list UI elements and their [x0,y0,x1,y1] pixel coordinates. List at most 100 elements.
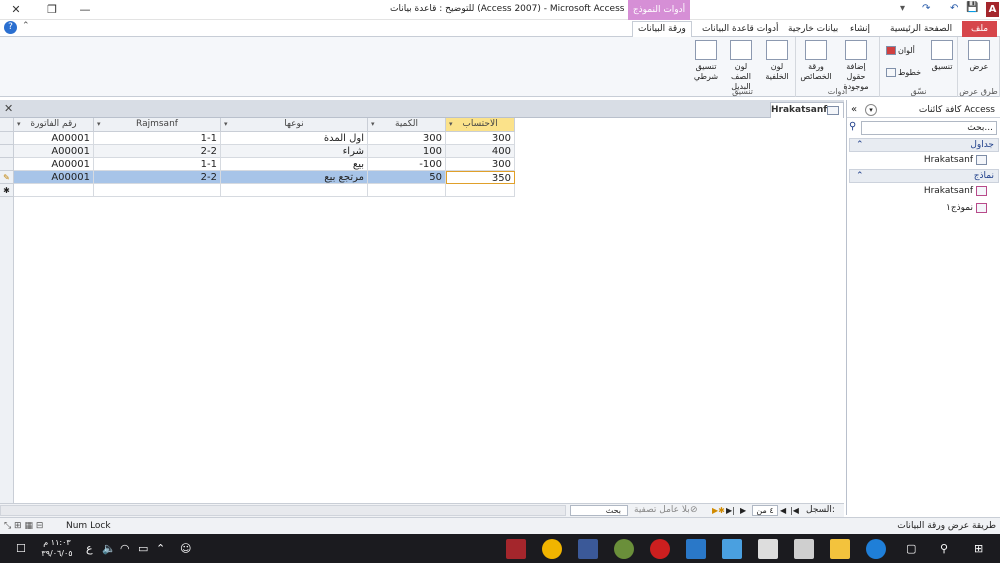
restore-window-button[interactable]: ❐ [44,2,60,18]
table-cell[interactable]: 100 [368,145,446,158]
qat-customize-icon[interactable]: ▾ [900,3,905,14]
undo-icon[interactable]: ↶ [950,3,958,14]
chrome-taskbar-icon[interactable] [542,539,562,559]
people-icon[interactable]: ☺ [180,542,191,555]
help-icon[interactable]: ? [4,21,17,34]
table-cell[interactable]: اول المدة [221,132,368,145]
edit-row-icon[interactable]: ✎ [0,171,14,184]
table-cell[interactable]: -100 [368,158,446,171]
nav-menu-icon[interactable]: ▾ [865,104,877,116]
fonts-button[interactable]: خطوط [884,67,921,79]
select-all-corner[interactable] [0,118,14,132]
collapse-icon[interactable]: ⌃ [856,139,864,151]
dropdown-arrow-icon[interactable]: ▾ [17,118,21,131]
nav-section-forms[interactable]: ⌃ نماذج [849,169,999,183]
wifi-icon[interactable]: ◠ [120,542,130,555]
table-cell[interactable]: A00001 [14,145,94,158]
active-cell[interactable]: 350 [446,171,515,184]
datasheet-view-status-icon[interactable]: ⤡ ⊞ ▦ ⊟ [4,518,43,534]
collapse-icon[interactable]: ⌃ [856,170,864,182]
row-selector[interactable] [0,132,14,145]
table-cell[interactable]: 1-1 [94,158,221,171]
new-record-icon[interactable]: ✱ [0,184,14,197]
tab-home[interactable]: الصفحة الرئيسية [885,22,957,36]
edge-taskbar-icon[interactable] [866,539,886,559]
column-header-quantity[interactable]: ▾ الكمية [368,118,446,132]
facebook-taskbar-icon[interactable] [578,539,598,559]
tab-datasheet[interactable]: ورقة البيانات [632,21,692,38]
dropdown-arrow-icon[interactable]: ▾ [371,118,375,131]
table-cell[interactable]: 300 [446,158,515,171]
table-cell[interactable]: 2-2 [94,171,221,184]
add-existing-fields-button[interactable]: إضافة حقول موجودة [836,40,876,92]
tab-database-tools[interactable]: أدوات قاعدة البيانات [697,22,784,36]
background-color-button[interactable]: لون الخلفية [760,40,794,82]
notifications-icon[interactable]: ☐ [16,542,26,555]
row-selector[interactable] [0,158,14,171]
table-cell[interactable]: 50 [368,171,446,184]
new-record-cell[interactable] [221,184,368,197]
horizontal-scrollbar[interactable] [0,505,566,516]
document-tab[interactable]: Hrakatsanf [770,102,844,118]
view-button[interactable]: عرض [964,40,994,72]
new-record-cell[interactable] [14,184,94,197]
table-cell[interactable]: A00001 [14,158,94,171]
column-header-type[interactable]: ▾ نوعها [221,118,368,132]
record-position-field[interactable]: ٤ من ٤ [752,505,778,524]
table-cell[interactable]: A00001 [14,132,94,145]
column-header-rajmsanf[interactable]: ▾ Rajmsanf [94,118,221,132]
task-view-icon[interactable]: ▢ [906,542,916,555]
filter-status[interactable]: بلا عامل تصفية [634,504,690,517]
start-icon[interactable]: ⊞ [974,542,983,555]
table-cell[interactable]: A00001 [14,171,94,184]
prev-record-button[interactable]: ◀ [780,504,786,517]
first-record-button[interactable]: |◀ [790,504,799,517]
dropdown-arrow-icon[interactable]: ▾ [449,118,453,131]
table-cell[interactable]: 400 [446,145,515,158]
collapse-ribbon-icon[interactable]: ⌃ [22,21,30,31]
mail-taskbar-icon[interactable] [758,539,778,559]
tab-create[interactable]: إنشاء [845,22,875,36]
tray-expand-icon[interactable]: ⌃ [156,542,165,555]
save-icon[interactable]: 💾 [966,2,978,13]
new-record-cell[interactable] [446,184,515,197]
search-icon[interactable]: ⚲ [940,542,948,555]
column-header-invoice[interactable]: ▾ رقم الفاتورة [14,118,94,132]
app-taskbar-icon[interactable] [686,539,706,559]
app-taskbar-icon[interactable] [722,539,742,559]
themes-button[interactable]: تنسيق [928,40,956,72]
column-header-calc[interactable]: ▾ الاحتساب [446,118,515,132]
next-record-button[interactable]: ▶ [740,504,746,517]
battery-icon[interactable]: ▭ [138,542,148,555]
redo-icon[interactable]: ↷ [922,3,930,14]
nav-search-input[interactable]: بحث... [861,121,997,135]
store-taskbar-icon[interactable] [794,539,814,559]
file-explorer-taskbar-icon[interactable] [830,539,850,559]
tab-file[interactable]: ملف [962,21,998,37]
new-record-button[interactable]: ▶✱ [712,504,725,517]
table-cell[interactable]: 300 [368,132,446,145]
row-selector[interactable] [0,145,14,158]
minimize-window-button[interactable]: — [77,2,93,18]
language-indicator[interactable]: ع [86,542,93,555]
nav-pane-header[interactable]: « ▾ كافة كائنات Access [847,102,1000,118]
last-record-button[interactable]: ▶| [726,504,735,517]
tab-external-data[interactable]: بيانات خارجية [783,22,843,36]
nav-section-tables[interactable]: ⌃ جداول [849,138,999,152]
table-cell[interactable]: مرتجع بيع [221,171,368,184]
new-record-cell[interactable] [368,184,446,197]
alternate-row-color-button[interactable]: لون الصف البديل [724,40,758,92]
colors-button[interactable]: ألوان [884,45,915,57]
dropdown-arrow-icon[interactable]: ▾ [224,118,228,131]
nav-item-form-1[interactable]: نموذج١ [849,201,999,215]
app-taskbar-icon[interactable] [614,539,634,559]
new-record-cell[interactable] [94,184,221,197]
dropdown-arrow-icon[interactable]: ▾ [97,118,101,131]
table-cell[interactable]: شراء [221,145,368,158]
close-window-button[interactable]: ✕ [8,2,24,18]
property-sheet-button[interactable]: ورقة الخصائص [798,40,834,82]
table-cell[interactable]: بيع [221,158,368,171]
table-cell[interactable]: 1-1 [94,132,221,145]
opera-taskbar-icon[interactable] [650,539,670,559]
search-field[interactable]: بحث [570,505,628,516]
